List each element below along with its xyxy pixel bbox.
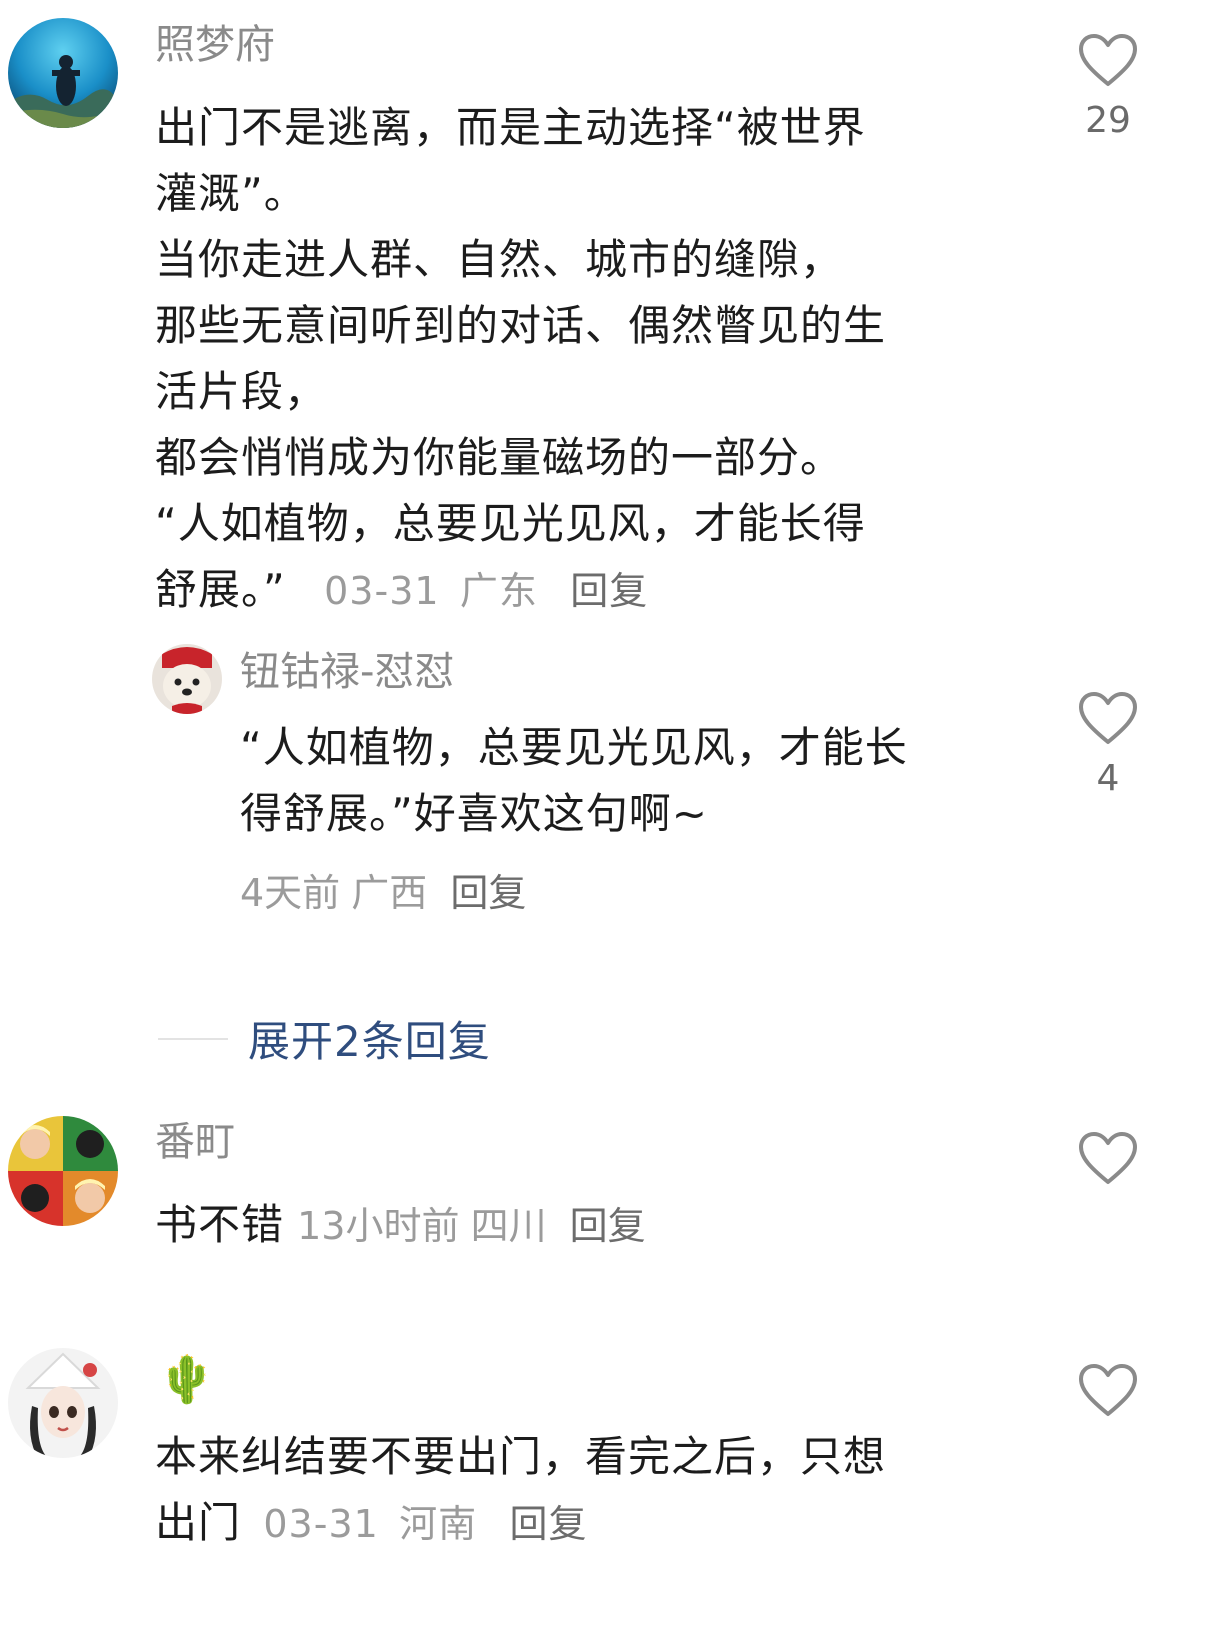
- comment-location: 广东: [459, 569, 538, 613]
- comment-location: 广西: [351, 871, 428, 915]
- comment-text: 本来纠结要不要出门，看完之后，只想 出门 03-31 河南 回复: [155, 1424, 886, 1557]
- heart-icon: [1079, 692, 1137, 744]
- user-avatar[interactable]: [152, 644, 222, 714]
- username[interactable]: 🌵: [158, 1356, 215, 1402]
- comment-line: 那些无意间听到的对话、偶然瞥见的生: [155, 301, 887, 350]
- user-avatar[interactable]: [8, 1116, 118, 1226]
- like-button[interactable]: [1068, 1362, 1148, 1418]
- username[interactable]: 照梦府: [155, 25, 275, 65]
- comment-line: 灌溉”。: [155, 169, 307, 218]
- comment-line: 出门不是逃离，而是主动选择“被世界: [155, 103, 866, 152]
- like-count: 29: [1085, 100, 1131, 141]
- divider: [158, 1037, 228, 1040]
- comment-line: 当你走进人群、自然、城市的缝隙，: [155, 235, 844, 284]
- comment-line: 出门: [155, 1498, 242, 1547]
- comment-time: 03-31: [263, 1502, 379, 1546]
- comment-text: 出门不是逃离，而是主动选择“被世界 灌溉”。 当你走进人群、自然、城市的缝隙， …: [155, 95, 886, 624]
- reply-button[interactable]: 回复: [570, 569, 648, 613]
- girl-illustration-avatar-icon: [8, 1348, 118, 1458]
- like-count: 4: [1096, 758, 1120, 799]
- heart-icon: [1079, 1364, 1137, 1416]
- reply-button[interactable]: 回复: [450, 871, 526, 915]
- comment-text: 书不错: [155, 1200, 285, 1249]
- comment-location: 河南: [399, 1502, 478, 1546]
- comment-time: 03-31: [324, 569, 440, 613]
- expand-replies-button[interactable]: 展开2条回复: [158, 1008, 491, 1069]
- comment-line: 活片段，: [155, 367, 328, 416]
- expand-replies-label: 展开2条回复: [248, 1017, 491, 1066]
- like-button[interactable]: 29: [1068, 32, 1148, 141]
- comment-time: 13小时前: [297, 1204, 460, 1248]
- comment-line: 都会悄悄成为你能量磁场的一部分。: [155, 433, 844, 482]
- comment-line: “人如植物，总要见光见风，才能长得: [155, 499, 866, 548]
- user-avatar[interactable]: [8, 1348, 118, 1458]
- comment-time: 4天前: [240, 871, 341, 915]
- user-avatar[interactable]: [8, 18, 118, 128]
- reply-text: “人如植物，总要见光见风，才能长 得舒展。”好喜欢这句啊~: [240, 715, 908, 847]
- dog-photo-avatar-icon: [152, 644, 222, 714]
- heart-icon: [1079, 1132, 1137, 1184]
- heart-icon: [1079, 34, 1137, 86]
- reply-button[interactable]: 回复: [510, 1502, 588, 1546]
- like-button[interactable]: 4: [1068, 690, 1148, 799]
- comment-line: 本来纠结要不要出门，看完之后，只想: [155, 1432, 887, 1481]
- reply-line: 得舒展。”好喜欢这句啊~: [240, 789, 708, 838]
- reply-line: “人如植物，总要见光见风，才能长: [240, 723, 908, 772]
- comment-line: 舒展。”: [155, 565, 286, 614]
- username[interactable]: 番町: [155, 1122, 235, 1162]
- reply-button[interactable]: 回复: [570, 1204, 646, 1248]
- diver-photo-avatar-icon: [8, 18, 118, 128]
- like-button[interactable]: [1068, 1130, 1148, 1186]
- comment-location: 四川: [470, 1204, 547, 1248]
- pop-art-avatar-icon: [8, 1116, 118, 1226]
- username[interactable]: 钮钴禄-怼怼: [240, 652, 454, 692]
